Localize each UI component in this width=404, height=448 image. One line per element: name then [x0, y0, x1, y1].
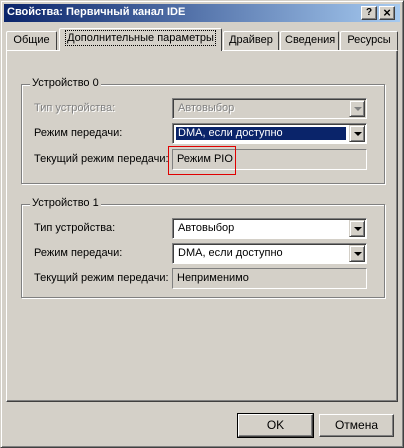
help-icon[interactable]: ?: [361, 6, 377, 20]
ok-button[interactable]: OK: [237, 413, 314, 438]
tab-advanced-settings[interactable]: Дополнительные параметры: [59, 28, 222, 51]
device1-group: Устройство 1 Тип устройства: Автовыбор Р…: [21, 197, 385, 298]
chevron-down-icon[interactable]: [349, 245, 365, 262]
device1-type-label: Тип устройства:: [34, 222, 116, 234]
device0-type-label: Тип устройства:: [34, 102, 116, 114]
device0-mode-value: DMA, если доступно: [176, 127, 346, 140]
device1-mode-label: Режим передачи:: [34, 247, 123, 259]
tab-strip: Общие Дополнительные параметры Драйвер С…: [6, 28, 398, 51]
device1-legend: Устройство 1: [30, 197, 101, 209]
device0-current-label: Текущий режим передачи:: [34, 153, 169, 165]
chevron-down-icon[interactable]: [349, 220, 365, 237]
title-bar[interactable]: Свойства: Первичный канал IDE ? ×: [4, 4, 400, 22]
device0-mode-label: Режим передачи:: [34, 127, 123, 139]
device1-type-value: Автовыбор: [178, 222, 235, 234]
tab-resources[interactable]: Ресурсы: [340, 31, 398, 50]
device0-group: Устройство 0 Тип устройства: Автовыбор Р…: [21, 77, 385, 184]
device0-mode-select[interactable]: DMA, если доступно: [172, 123, 367, 144]
chevron-down-icon[interactable]: [349, 125, 365, 142]
device0-legend: Устройство 0: [30, 77, 101, 89]
device0-type-value: Автовыбор: [178, 102, 235, 114]
device1-current-value: Неприменимо: [172, 268, 367, 289]
device0-type-select[interactable]: Автовыбор: [172, 98, 367, 119]
device0-current-value: Режим PIO: [172, 149, 367, 170]
device1-current-label: Текущий режим передачи:: [34, 272, 169, 284]
tab-driver[interactable]: Драйвер: [223, 31, 279, 50]
close-icon[interactable]: ×: [379, 6, 395, 20]
tab-details[interactable]: Сведения: [280, 31, 339, 50]
device1-mode-value: DMA, если доступно: [178, 247, 283, 259]
device1-mode-select[interactable]: DMA, если доступно: [172, 243, 367, 264]
cancel-button[interactable]: Отмена: [319, 414, 394, 437]
chevron-down-icon[interactable]: [349, 100, 365, 117]
device1-type-select[interactable]: Автовыбор: [172, 218, 367, 239]
window-title: Свойства: Первичный канал IDE: [7, 6, 186, 18]
tab-panel: Устройство 0 Тип устройства: Автовыбор Р…: [6, 50, 398, 402]
tab-general[interactable]: Общие: [6, 31, 57, 50]
